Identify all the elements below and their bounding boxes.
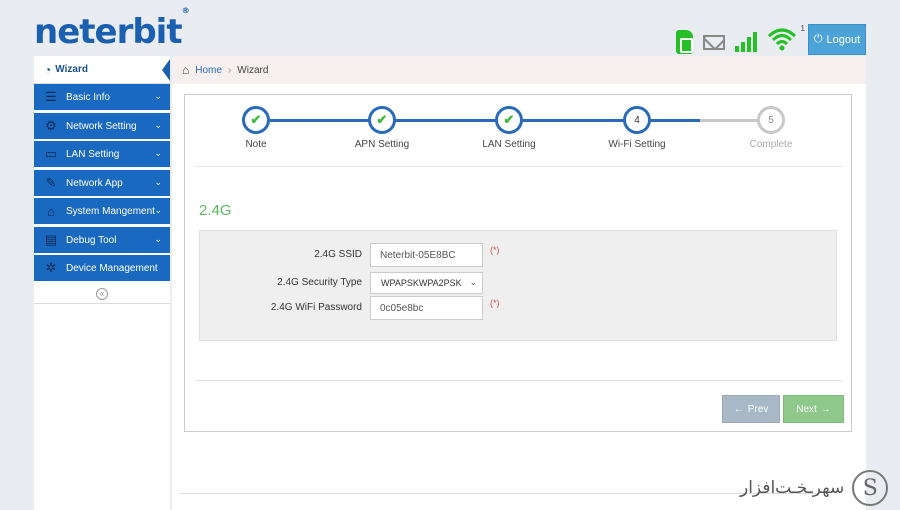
next-label: Next (796, 403, 817, 415)
check-icon: ✔ (368, 106, 396, 134)
chevron-down-icon: ⌄ (154, 120, 162, 130)
ssid-label: 2.4G SSID (314, 249, 362, 260)
security-type-value: WPAPSKWPA2PSK (381, 278, 462, 288)
sidebar-item-label: Wizard (55, 64, 88, 75)
breadcrumb: ⌂ Home › Wizard (172, 56, 866, 84)
breadcrumb-current: Wizard (237, 64, 269, 76)
wizard-step-complete: 5 Complete (721, 106, 821, 150)
sidebar-item-label: Network Setting (66, 120, 137, 132)
required-mark: (*) (490, 245, 500, 255)
prev-label: Prev (747, 403, 769, 415)
password-row: 2.4G WiFi Password (*) (200, 296, 838, 320)
sidebar-item-network-app[interactable]: ✎ Network App ⌄ (34, 170, 170, 197)
sidebar-item-debug-tool[interactable]: ▤ Debug Tool ⌄ (34, 227, 170, 254)
next-button[interactable]: Next → (783, 395, 844, 423)
sidebar-item-wizard[interactable]: ◔ Wizard (34, 56, 170, 84)
chevron-down-icon: ⌄ (154, 234, 162, 244)
monitor-icon: ▭ (44, 146, 58, 161)
check-icon: ✔ (495, 106, 523, 134)
arrow-right-icon: → (820, 403, 831, 415)
prev-button[interactable]: ← Prev (722, 395, 780, 423)
sidebar-item-label: Device Management (66, 262, 158, 274)
wizard-step-lan: ✔ LAN Setting (459, 106, 559, 150)
sidebar-item-label: LAN Setting (66, 148, 120, 160)
speedometer-icon: ◔ (44, 62, 52, 77)
password-input[interactable] (370, 296, 483, 320)
section-title: 2.4G (199, 202, 232, 219)
arrow-left-icon: ← (733, 403, 744, 415)
sim-icon[interactable] (676, 30, 693, 54)
sidebar-item-label: Basic Info (66, 91, 110, 103)
gears-icon: ✲ (45, 260, 57, 275)
tag-icon: ⌂ (47, 203, 55, 219)
status-icons: 1 (676, 24, 805, 54)
footer-divider (180, 493, 820, 494)
brand-logo: neterbit® (34, 5, 190, 52)
sidebar-item-lan-setting[interactable]: ▭ LAN Setting ⌄ (34, 141, 170, 168)
list-icon: ☰ (45, 89, 57, 104)
logout-button[interactable]: ⏻ Logout (808, 24, 866, 55)
logout-label: Logout (826, 33, 861, 46)
check-icon: ✔ (242, 106, 270, 134)
watermark-logo: S (852, 470, 889, 506)
password-label: 2.4G WiFi Password (270, 302, 362, 313)
top-header: neterbit® 1 ⏻ Logout (0, 0, 900, 56)
breadcrumb-separator: › (227, 64, 232, 76)
power-icon: ⏻ (813, 33, 823, 45)
main-content: ✔ Note ✔ APN Setting ✔ LAN Setting 4 Wi-… (172, 84, 866, 510)
divider (195, 380, 843, 381)
wifi-icon[interactable]: 1 (767, 24, 805, 54)
signal-icon (735, 28, 757, 52)
security-row: 2.4G Security Type WPAPSKWPA2PSK ⌄ (200, 272, 838, 296)
security-type-label: 2.4G Security Type (277, 277, 362, 288)
sidebar-item-label: Debug Tool (66, 234, 117, 246)
sidebar-collapse-button[interactable]: « (34, 284, 170, 304)
wifi-form: 2.4G SSID (*) 2.4G Security Type WPAPSKW… (199, 230, 837, 341)
ssid-input[interactable] (370, 243, 483, 267)
chevron-down-icon: ⌄ (154, 177, 162, 187)
watermark-text: ﺳﻬﺮـﺨـﺖ‌اﻓﺰار (740, 478, 845, 498)
wizard-step-apn: ✔ APN Setting (332, 106, 432, 150)
sidebar: ◔ Wizard ☰ Basic Info ⌄ ⚙ Network Settin… (34, 56, 170, 510)
step-label: Complete (749, 139, 793, 150)
step-number: 5 (757, 106, 785, 134)
watermark: ﺳﻬﺮـﺨـﺖ‌اﻓﺰار S (740, 470, 889, 506)
edit-icon: ✎ (45, 175, 57, 190)
sidebar-item-network-setting[interactable]: ⚙ Network Setting ⌄ (34, 113, 170, 140)
gear-icon: ⚙ (45, 118, 57, 133)
security-type-select[interactable]: WPAPSKWPA2PSK ⌄ (370, 272, 483, 294)
wizard-step-wifi: 4 Wi-Fi Setting (587, 106, 687, 150)
required-mark: (*) (490, 298, 500, 308)
chevron-down-icon: ⌄ (154, 148, 162, 158)
wizard-panel: ✔ Note ✔ APN Setting ✔ LAN Setting 4 Wi-… (184, 94, 852, 432)
wizard-step-note: ✔ Note (206, 106, 306, 150)
chevron-down-icon: ⌄ (154, 91, 162, 101)
double-chevron-left-icon: « (96, 287, 108, 300)
wifi-count: 1 (800, 24, 805, 33)
divider (195, 166, 843, 167)
sidebar-item-device-management[interactable]: ✲ Device Management (34, 255, 170, 282)
sidebar-item-basic-info[interactable]: ☰ Basic Info ⌄ (34, 84, 170, 111)
ssid-row: 2.4G SSID (*) (200, 243, 838, 267)
sidebar-item-label: System Mangement (66, 205, 155, 217)
file-icon: ▤ (44, 232, 58, 247)
home-icon[interactable]: ⌂ (182, 63, 189, 77)
step-label: LAN Setting (482, 139, 536, 150)
chevron-down-icon: ⌄ (154, 205, 162, 215)
chevron-down-icon: ⌄ (469, 277, 477, 287)
sidebar-item-system-management[interactable]: ⌂ System Mangement ⌄ (34, 198, 170, 225)
sidebar-item-label: Network App (66, 177, 123, 189)
step-label: APN Setting (354, 139, 410, 150)
mail-icon[interactable] (703, 35, 725, 50)
step-label: Wi-Fi Setting (608, 139, 666, 150)
step-number: 4 (623, 106, 651, 134)
step-label: Note (245, 139, 267, 150)
breadcrumb-home-link[interactable]: Home (195, 65, 222, 76)
